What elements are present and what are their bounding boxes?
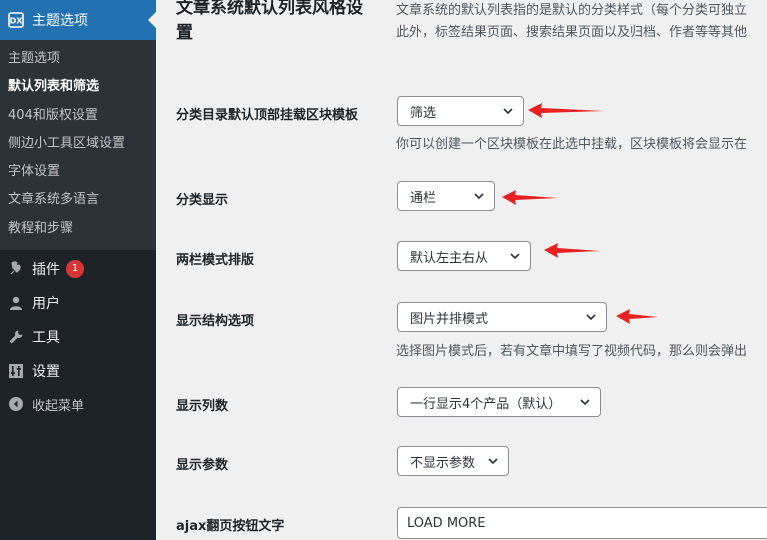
update-count-badge: 1 bbox=[66, 260, 84, 278]
collapse-menu-button[interactable]: 收起菜单 bbox=[0, 388, 156, 420]
theme-submenu: 主题选项 默认列表和筛选 404和版权设置 侧边小工具区域设置 字体设置 文章系… bbox=[0, 40, 156, 250]
select-value: 图片并排模式 bbox=[410, 311, 489, 327]
columns-label: 显示列数 bbox=[176, 399, 229, 414]
user-icon bbox=[8, 295, 24, 311]
block-template-label: 分类目录默认顶部挂载区块模板 bbox=[176, 108, 359, 123]
annotation-arrow-icon bbox=[502, 190, 558, 205]
sidebar-item-label: 设置 bbox=[32, 364, 60, 380]
annotation-arrow-icon bbox=[616, 309, 658, 324]
sidebar-item-label: 插件 bbox=[32, 262, 60, 278]
category-display-select[interactable]: 通栏 bbox=[397, 181, 495, 211]
annotation-arrow-icon bbox=[544, 243, 600, 258]
submenu-item-fonts[interactable]: 字体设置 bbox=[0, 158, 156, 186]
columns-select[interactable]: 一行显示4个产品（默认） bbox=[397, 387, 601, 417]
chevron-down-icon bbox=[510, 253, 520, 260]
params-select[interactable]: 不显示参数 bbox=[397, 446, 509, 476]
chevron-down-icon bbox=[586, 314, 596, 321]
chevron-down-icon bbox=[580, 399, 590, 406]
submenu-item-tutorials[interactable]: 教程和步骤 bbox=[0, 215, 156, 243]
plugin-icon bbox=[8, 261, 24, 277]
select-value: 通栏 bbox=[410, 190, 437, 206]
admin-sidebar: DX 主题选项 主题选项 默认列表和筛选 404和版权设置 侧边小工具区域设置 … bbox=[0, 0, 156, 540]
svg-text:DX: DX bbox=[10, 17, 24, 26]
structure-label: 显示结构选项 bbox=[176, 314, 255, 329]
sidebar-item-label: 收起菜单 bbox=[32, 398, 85, 414]
structure-description: 选择图片模式后，若有文章中填写了视频代码，那么则会弹出 bbox=[396, 344, 748, 359]
submenu-item-default-list[interactable]: 默认列表和筛选 bbox=[0, 73, 156, 101]
sidebar-item-label: 工具 bbox=[32, 330, 60, 346]
intro-line: 此外，标签结果页面、搜索结果页面以及归档、作者等等其他 bbox=[396, 25, 748, 40]
block-template-select[interactable]: 筛选 bbox=[397, 96, 524, 126]
chevron-down-icon bbox=[474, 193, 484, 200]
theme-logo-icon: DX bbox=[8, 12, 24, 28]
settings-panel: 文章系统默认列表风格设置 文章系统的默认列表指的是默认的分类样式（每个分类可独立… bbox=[156, 0, 767, 540]
category-display-label: 分类显示 bbox=[176, 193, 229, 208]
collapse-arrow-icon bbox=[8, 396, 24, 412]
select-value: 不显示参数 bbox=[410, 455, 476, 471]
sidebar-item-label: 用户 bbox=[32, 296, 60, 312]
settings-sliders-icon bbox=[8, 363, 24, 379]
submenu-item-languages[interactable]: 文章系统多语言 bbox=[0, 186, 156, 214]
sidebar-item-plugins[interactable]: 插件 1 bbox=[0, 252, 156, 286]
sidebar-item-tools[interactable]: 工具 bbox=[0, 320, 156, 354]
params-label: 显示参数 bbox=[176, 458, 229, 473]
ajax-button-label: ajax翻页按钮文字 bbox=[176, 519, 285, 534]
two-column-label: 两栏模式排版 bbox=[176, 253, 255, 268]
chevron-down-icon bbox=[488, 458, 498, 465]
ajax-button-text-input[interactable]: LOAD MORE bbox=[397, 507, 767, 539]
submenu-item-theme-options[interactable]: 主题选项 bbox=[0, 45, 156, 73]
wrench-icon bbox=[8, 329, 24, 345]
submenu-item-sidebar-widgets[interactable]: 侧边小工具区域设置 bbox=[0, 130, 156, 158]
page-title: 文章系统默认列表风格设置 bbox=[176, 0, 363, 43]
two-column-select[interactable]: 默认左主右从 bbox=[397, 241, 531, 271]
sidebar-item-settings[interactable]: 设置 bbox=[0, 354, 156, 388]
submenu-item-404-copyright[interactable]: 404和版权设置 bbox=[0, 102, 156, 130]
intro-line: 文章系统的默认列表指的是默认的分类样式（每个分类可独立 bbox=[396, 3, 748, 18]
select-value: 默认左主右从 bbox=[410, 250, 489, 266]
sidebar-item-users[interactable]: 用户 bbox=[0, 286, 156, 320]
block-template-description: 你可以创建一个区块模板在此选中挂载，区块模板将会显示在 bbox=[396, 137, 748, 152]
structure-select[interactable]: 图片并排模式 bbox=[397, 302, 607, 332]
section-intro: 文章系统的默认列表指的是默认的分类样式（每个分类可独立 此外，标签结果页面、搜索… bbox=[396, 0, 767, 44]
annotation-arrow-icon bbox=[528, 103, 604, 118]
select-value: 筛选 bbox=[410, 105, 437, 121]
select-value: 一行显示4个产品（默认） bbox=[410, 396, 562, 412]
chevron-down-icon bbox=[503, 108, 513, 115]
sidebar-item-theme-options[interactable]: DX 主题选项 bbox=[0, 0, 156, 40]
sidebar-item-label: 主题选项 bbox=[32, 13, 88, 29]
